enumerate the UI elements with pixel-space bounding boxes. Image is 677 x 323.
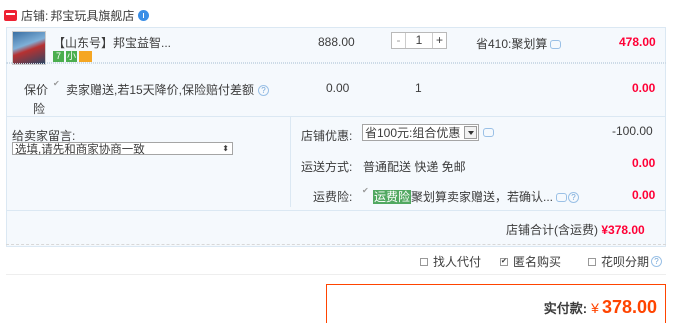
- message-input-text: 选填,请先和商家协商一致: [15, 143, 145, 156]
- insurance-quantity: 1: [415, 81, 422, 95]
- shop-discount-option: 省100元:组合优惠: [365, 126, 461, 140]
- shipping-insurance-desc: 运费险聚划算卖家赠送，若确认...?: [373, 188, 580, 205]
- payment-amount: 378.00: [601, 297, 657, 317]
- proxy-pay-checkbox[interactable]: [420, 257, 428, 266]
- item-title[interactable]: 【山东号】邦宝益智...: [53, 34, 171, 51]
- anonymous-option[interactable]: 匿名购买: [500, 253, 561, 270]
- payment-total: 实付款: ¥ 378.00: [544, 297, 657, 318]
- shop-total: 店铺合计(含运费) ¥378.00: [506, 221, 645, 238]
- shipping-insurance-tag: 运费险: [373, 190, 412, 204]
- shop-label: 店铺:: [21, 8, 49, 23]
- quantity-stepper: - 1 +: [391, 32, 447, 49]
- total-divider: [6, 210, 666, 211]
- help-icon[interactable]: ?: [568, 192, 580, 204]
- shop-discount-select[interactable]: 省100元:组合优惠: [362, 124, 479, 141]
- payment-label: 实付款:: [543, 301, 588, 316]
- proxy-pay-option[interactable]: 找人代付: [420, 253, 481, 270]
- payment-box: 实付款: ¥ 378.00: [326, 284, 666, 323]
- help-icon[interactable]: ?: [258, 85, 270, 97]
- resize-icon: ⬍: [222, 143, 229, 153]
- shop-info-icon[interactable]: [138, 9, 150, 21]
- item-discount-text: 省410:聚划算: [476, 37, 548, 51]
- insurance-label-2: 险: [33, 102, 46, 116]
- shipping-label: 运送方式:: [301, 160, 353, 174]
- chevron-down-icon: [464, 126, 477, 139]
- shipping-insurance-amount: 0.00: [632, 188, 656, 202]
- chat-icon[interactable]: [550, 40, 562, 50]
- item-thumbnail[interactable]: [12, 31, 46, 65]
- insurance-desc-text: 卖家赠送,若15天降价,保险赔付差额: [66, 83, 255, 97]
- huabei-option[interactable]: 花呗分期?: [588, 253, 663, 270]
- item-discount: 省410:聚划算: [476, 35, 562, 52]
- anonymous-checkbox[interactable]: [500, 257, 508, 266]
- shop-name-link[interactable]: 邦宝玩具旗舰店: [50, 7, 134, 24]
- item-subtotal: 478.00: [619, 35, 656, 49]
- chat-icon[interactable]: [483, 128, 494, 137]
- footer-separator: [6, 274, 666, 275]
- section-divider: [6, 116, 666, 117]
- help-icon[interactable]: ?: [651, 256, 663, 267]
- chat-icon[interactable]: [556, 193, 568, 203]
- shop-total-amount: ¥378.00: [601, 223, 645, 237]
- quantity-input[interactable]: 1: [406, 33, 432, 48]
- anonymous-label: 匿名购买: [513, 255, 562, 269]
- shop-header: 店铺: 邦宝玩具旗舰店: [4, 6, 674, 24]
- column-divider: [290, 117, 291, 207]
- huabei-label: 花呗分期: [601, 255, 650, 269]
- seven-day-return-icon: 7: [53, 51, 64, 62]
- proxy-pay-label: 找人代付: [433, 255, 482, 269]
- shop-total-label: 店铺合计(含运费): [506, 223, 598, 237]
- item-price: 888.00: [318, 35, 355, 49]
- item-badges: 7 小: [53, 51, 94, 62]
- shipping-insurance-label: 运费险:: [313, 190, 353, 204]
- guarantee-icon: 小: [66, 51, 77, 62]
- shipping-insurance-check-icon: ✔: [362, 186, 369, 195]
- decrease-button[interactable]: -: [392, 33, 406, 48]
- shop-discount-amount: -100.00: [612, 124, 653, 138]
- shipping-insurance-text: 聚划算卖家赠送，若确认...: [411, 190, 554, 204]
- message-input[interactable]: 选填,请先和商家协商一致 ⬍: [12, 142, 233, 156]
- payment-currency: ¥: [591, 300, 599, 316]
- insurance-price: 0.00: [326, 81, 350, 95]
- shipping-amount: 0.00: [632, 156, 656, 170]
- item-separator: [6, 63, 666, 64]
- shop-discount-label: 店铺优惠:: [301, 129, 353, 143]
- shop-logo-icon: [4, 9, 17, 21]
- options-separator: [6, 244, 666, 245]
- huabei-checkbox[interactable]: [588, 257, 596, 266]
- insurance-desc: 卖家赠送,若15天降价,保险赔付差额?: [66, 81, 270, 98]
- increase-button[interactable]: +: [432, 33, 446, 48]
- card-icon: [79, 51, 92, 62]
- insurance-subtotal: 0.00: [632, 81, 656, 95]
- insurance-label-1: 保价: [24, 83, 49, 97]
- shipping-value: 普通配送 快递 免邮: [363, 160, 466, 174]
- insurance-check-icon: ✔: [53, 79, 60, 88]
